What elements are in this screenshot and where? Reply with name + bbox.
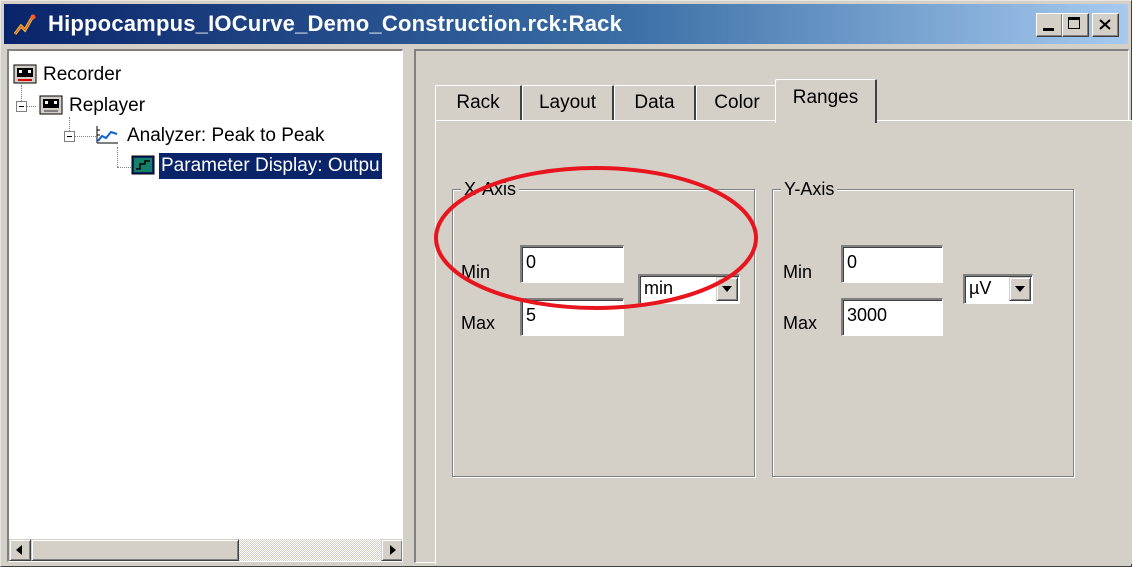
x-unit-select[interactable]: min (638, 274, 740, 304)
tree-item-label: Recorder (43, 64, 122, 85)
tree-item-label: Analyzer: Peak to Peak (127, 125, 325, 146)
minimize-button[interactable] (1036, 13, 1063, 37)
x-max-label: Max (461, 313, 496, 333)
y-unit-select[interactable]: µV (963, 274, 1033, 304)
tab-rack[interactable]: Rack (435, 85, 522, 121)
tree-connector (117, 167, 131, 168)
tab-ranges[interactable]: Ranges (775, 79, 877, 123)
arrow-left-icon (16, 545, 22, 555)
window-title: Hippocampus_IOCurve_Demo_Construction.rc… (48, 11, 623, 36)
tab-color[interactable]: Color (696, 85, 779, 121)
y-max-label: Max (783, 313, 818, 333)
tree-connector (74, 136, 96, 137)
collapse-toggle[interactable] (16, 101, 27, 112)
arrow-right-icon (390, 545, 396, 555)
analyzer-icon (96, 126, 118, 144)
y-axis-group: Y-Axis Min 0 Max 3000 µV (772, 178, 1074, 477)
title-bar[interactable]: Hippocampus_IOCurve_Demo_Construction.rc… (4, 4, 1128, 44)
tab-label: Color (714, 92, 760, 113)
collapse-toggle[interactable] (64, 131, 75, 142)
tree-connector (117, 147, 118, 167)
scroll-left-button[interactable] (9, 539, 31, 561)
rack-window: Hippocampus_IOCurve_Demo_Construction.rc… (0, 0, 1132, 567)
maximize-button[interactable] (1062, 13, 1089, 37)
y-min-label: Min (783, 262, 813, 282)
y-axis-title: Y-Axis (781, 178, 838, 200)
tab-label: Rack (456, 92, 500, 113)
tree-item-label: Parameter Display: Outpu (159, 153, 382, 179)
scrollbar-thumb[interactable] (31, 539, 239, 561)
y-min-input[interactable]: 0 (841, 245, 943, 283)
tab-label: Layout (538, 92, 597, 113)
x-axis-title: X-Axis (461, 178, 520, 200)
dropdown-arrow-icon[interactable] (1009, 277, 1031, 301)
tab-data[interactable]: Data (614, 85, 696, 121)
x-max-input[interactable]: 5 (520, 298, 624, 336)
x-axis-group: X-Axis Min 0 Max 5 min (452, 178, 755, 477)
horizontal-scrollbar[interactable] (9, 539, 402, 561)
x-min-label: Min (461, 262, 491, 282)
tab-layout[interactable]: Layout (522, 85, 614, 121)
parameter-display-icon (131, 155, 155, 175)
rack-tree-view[interactable]: Recorder Replayer Analyzer: Peak to Peak… (7, 49, 403, 562)
tab-label: Ranges (792, 87, 859, 108)
x-min-input[interactable]: 0 (520, 245, 624, 283)
scroll-right-button[interactable] (381, 539, 402, 561)
tree-connector (26, 106, 36, 107)
close-button[interactable] (1092, 13, 1119, 37)
y-max-input[interactable]: 3000 (841, 298, 943, 336)
close-icon (1099, 19, 1111, 30)
x-unit-value: min (644, 278, 674, 298)
properties-panel: Rack Layout Data Color Ranges X-Axis Min… (414, 49, 1132, 564)
tab-label: Data (634, 92, 675, 113)
dropdown-arrow-icon[interactable] (716, 277, 738, 301)
app-icon (13, 14, 36, 35)
tree-item-label: Replayer (69, 95, 146, 116)
replayer-icon (39, 95, 63, 115)
ranges-tab-page: X-Axis Min 0 Max 5 min Y-Axis Min 0 Max … (435, 120, 1132, 564)
recorder-icon (13, 64, 37, 84)
pane-splitter[interactable] (406, 49, 413, 562)
y-unit-value: µV (969, 278, 992, 298)
